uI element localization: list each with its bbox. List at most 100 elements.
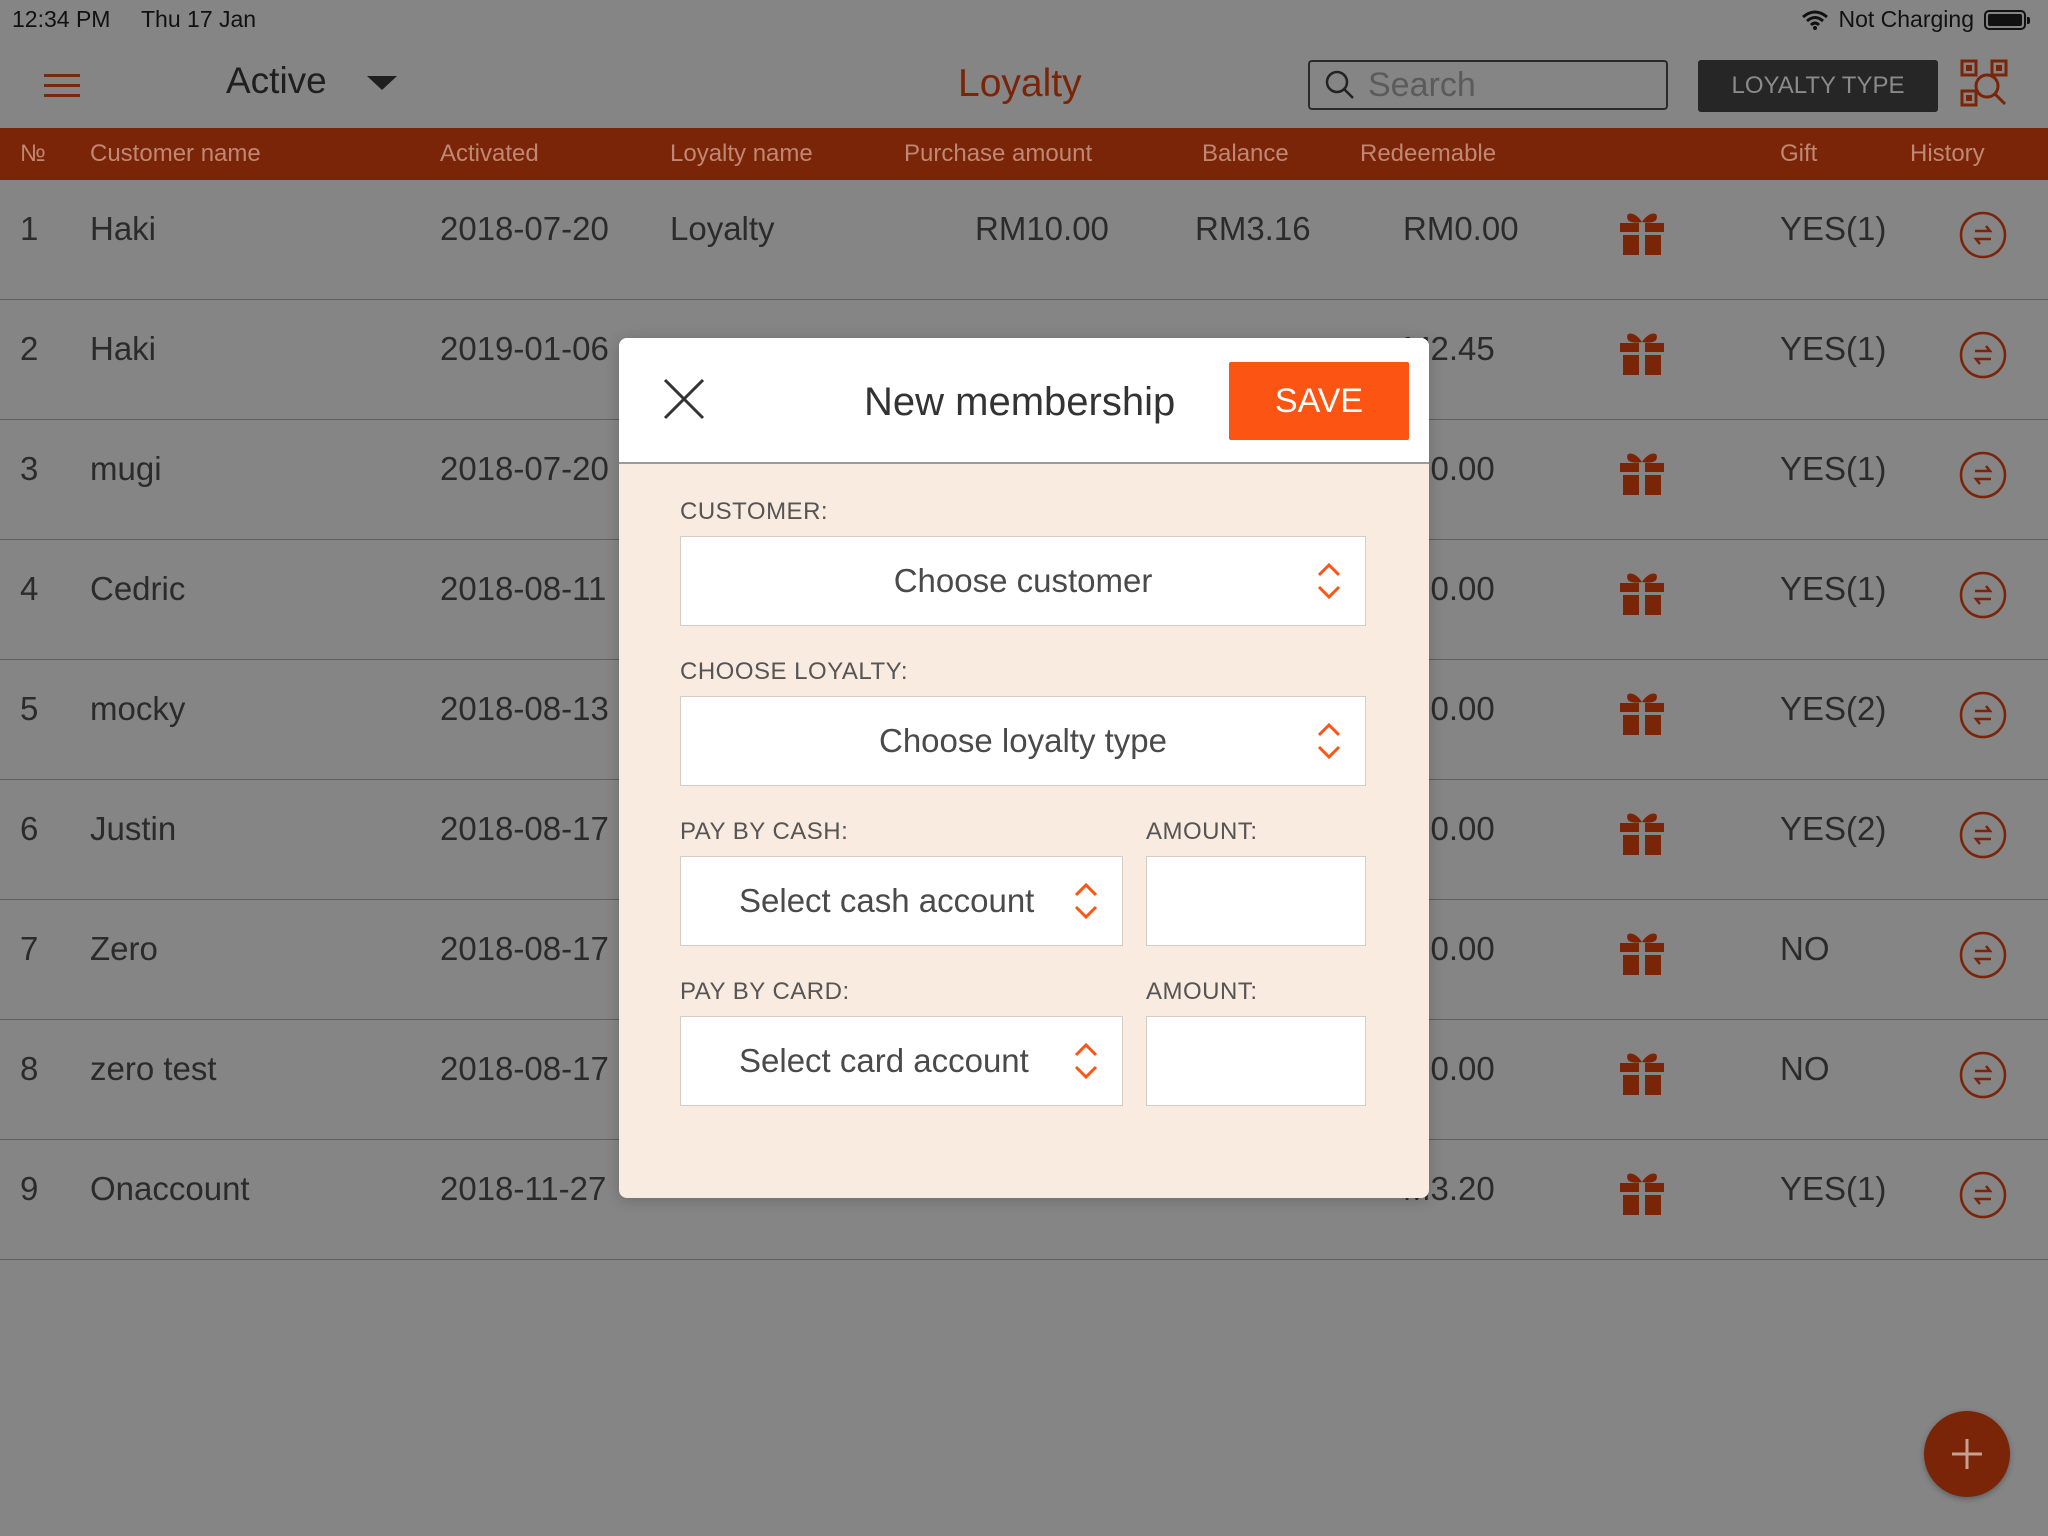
add-membership-button[interactable] <box>1924 1411 2010 1497</box>
wifi-icon <box>1802 10 1829 30</box>
col-balance: Balance <box>1202 140 1289 167</box>
history-icon[interactable] <box>1958 1050 2008 1108</box>
cash-amount-label: AMOUNT: <box>1146 818 1258 845</box>
cell-activated: 2018-07-20 <box>440 210 609 247</box>
chevron-up-down-icon <box>1317 562 1341 600</box>
cash-select-value: Select cash account <box>739 882 1035 919</box>
cell-activated: 2018-08-17 <box>440 810 609 847</box>
history-icon[interactable] <box>1958 570 2008 628</box>
dropdown-caret-icon <box>366 76 397 90</box>
qr-scan-icon[interactable] <box>1959 58 2009 108</box>
cell-purchase: RM10.00 <box>975 210 1109 247</box>
gift-icon[interactable] <box>1616 806 1668 866</box>
cell-no: 3 <box>20 450 39 487</box>
cell-customer: zero test <box>90 1050 217 1087</box>
status-filter-dropdown[interactable]: Active <box>226 60 397 102</box>
close-icon[interactable] <box>663 378 705 420</box>
cell-no: 6 <box>20 810 39 847</box>
top-bar: Active Loyalty LOYALTY TYPE <box>0 40 2048 128</box>
history-icon[interactable] <box>1958 1170 2008 1228</box>
cell-gift: YES(1) <box>1780 330 1887 367</box>
loyalty-select-value: Choose loyalty type <box>879 722 1167 759</box>
cell-activated: 2019-01-06 <box>440 330 609 367</box>
cell-customer: mocky <box>90 690 186 727</box>
col-redeemable: Redeemable <box>1360 140 1497 167</box>
cell-customer: Justin <box>90 810 177 847</box>
cell-activated: 2018-08-11 <box>440 570 607 607</box>
history-icon[interactable] <box>1958 210 2008 268</box>
cell-no: 4 <box>20 570 39 607</box>
status-time: 12:34 PM <box>12 6 111 32</box>
col-gift: Gift <box>1780 140 1818 167</box>
history-icon[interactable] <box>1958 930 2008 988</box>
cell-no: 1 <box>20 210 39 247</box>
gift-icon[interactable] <box>1616 1046 1668 1106</box>
cell-customer: Cedric <box>90 570 186 607</box>
pay-by-card-label: PAY BY CARD: <box>680 978 850 1005</box>
gift-icon[interactable] <box>1616 206 1668 266</box>
cell-activated: 2018-08-13 <box>440 690 609 727</box>
cell-loyalty: Loyalty <box>670 210 775 247</box>
col-purchase: Purchase amount <box>904 140 1093 167</box>
battery-icon <box>1984 9 2030 30</box>
gift-icon[interactable] <box>1616 926 1668 986</box>
gift-icon[interactable] <box>1616 566 1668 626</box>
history-icon[interactable] <box>1958 690 2008 748</box>
table-row[interactable]: 1 Haki 2018-07-20 Loyalty RM10.00 RM3.16 RM0.0… <box>0 180 2048 300</box>
status-bar: 12:34 PM Thu 17 Jan Not Charging <box>0 0 2048 40</box>
pay-by-cash-label: PAY BY CASH: <box>680 818 849 845</box>
col-customer: Customer name <box>90 140 261 167</box>
plus-icon <box>1952 1439 1982 1469</box>
gift-icon[interactable] <box>1616 686 1668 746</box>
loyalty-type-button[interactable]: LOYALTY TYPE <box>1698 60 1938 112</box>
cell-activated: 2018-08-17 <box>440 930 609 967</box>
cell-customer: Zero <box>90 930 158 967</box>
cell-gift: YES(1) <box>1780 450 1887 487</box>
cell-gift: YES(1) <box>1780 1170 1887 1207</box>
chevron-up-down-icon <box>1074 882 1098 920</box>
cell-gift: YES(1) <box>1780 570 1887 607</box>
cell-gift: YES(1) <box>1780 210 1887 247</box>
cell-no: 9 <box>20 1170 39 1207</box>
cell-activated: 2018-11-27 <box>440 1170 607 1207</box>
cell-customer: mugi <box>90 450 162 487</box>
charging-status: Not Charging <box>1838 6 1974 32</box>
gift-icon[interactable] <box>1616 326 1668 386</box>
history-icon[interactable] <box>1958 810 2008 868</box>
cell-redeemable: RM0.00 <box>1403 210 1519 247</box>
cell-customer: Haki <box>90 210 157 247</box>
col-no: № <box>20 140 46 167</box>
col-history: History <box>1910 140 1985 167</box>
dialog-header: New membership SAVE <box>619 338 1429 464</box>
gift-icon[interactable] <box>1616 446 1668 506</box>
cell-no: 2 <box>20 330 39 367</box>
cell-no: 7 <box>20 930 39 967</box>
hamburger-menu-icon[interactable] <box>44 74 80 98</box>
dialog-title: New membership <box>864 380 1176 424</box>
history-icon[interactable] <box>1958 330 2008 388</box>
col-loyalty: Loyalty name <box>670 140 813 167</box>
customer-select-value: Choose customer <box>893 562 1153 599</box>
cash-amount-input[interactable] <box>1146 856 1366 946</box>
save-button[interactable]: SAVE <box>1229 362 1409 440</box>
card-amount-label: AMOUNT: <box>1146 978 1258 1005</box>
card-account-select[interactable]: Select card account <box>680 1016 1123 1106</box>
card-select-value: Select card account <box>739 1042 1029 1079</box>
search-box[interactable] <box>1308 60 1668 110</box>
cell-gift: NO <box>1780 1050 1830 1087</box>
cell-gift: NO <box>1780 930 1830 967</box>
customer-select[interactable]: Choose customer <box>680 536 1366 626</box>
history-icon[interactable] <box>1958 450 2008 508</box>
card-amount-input[interactable] <box>1146 1016 1366 1106</box>
cash-account-select[interactable]: Select cash account <box>680 856 1123 946</box>
search-input[interactable] <box>1366 64 1650 106</box>
chevron-up-down-icon <box>1074 1042 1098 1080</box>
customer-label: CUSTOMER: <box>680 498 829 525</box>
cell-no: 8 <box>20 1050 39 1087</box>
cell-gift: YES(2) <box>1780 810 1887 847</box>
loyalty-type-select[interactable]: Choose loyalty type <box>680 696 1366 786</box>
cell-customer: Onaccount <box>90 1170 250 1207</box>
page-title: Loyalty <box>958 62 1082 105</box>
cell-gift: YES(2) <box>1780 690 1887 727</box>
gift-icon[interactable] <box>1616 1166 1668 1226</box>
